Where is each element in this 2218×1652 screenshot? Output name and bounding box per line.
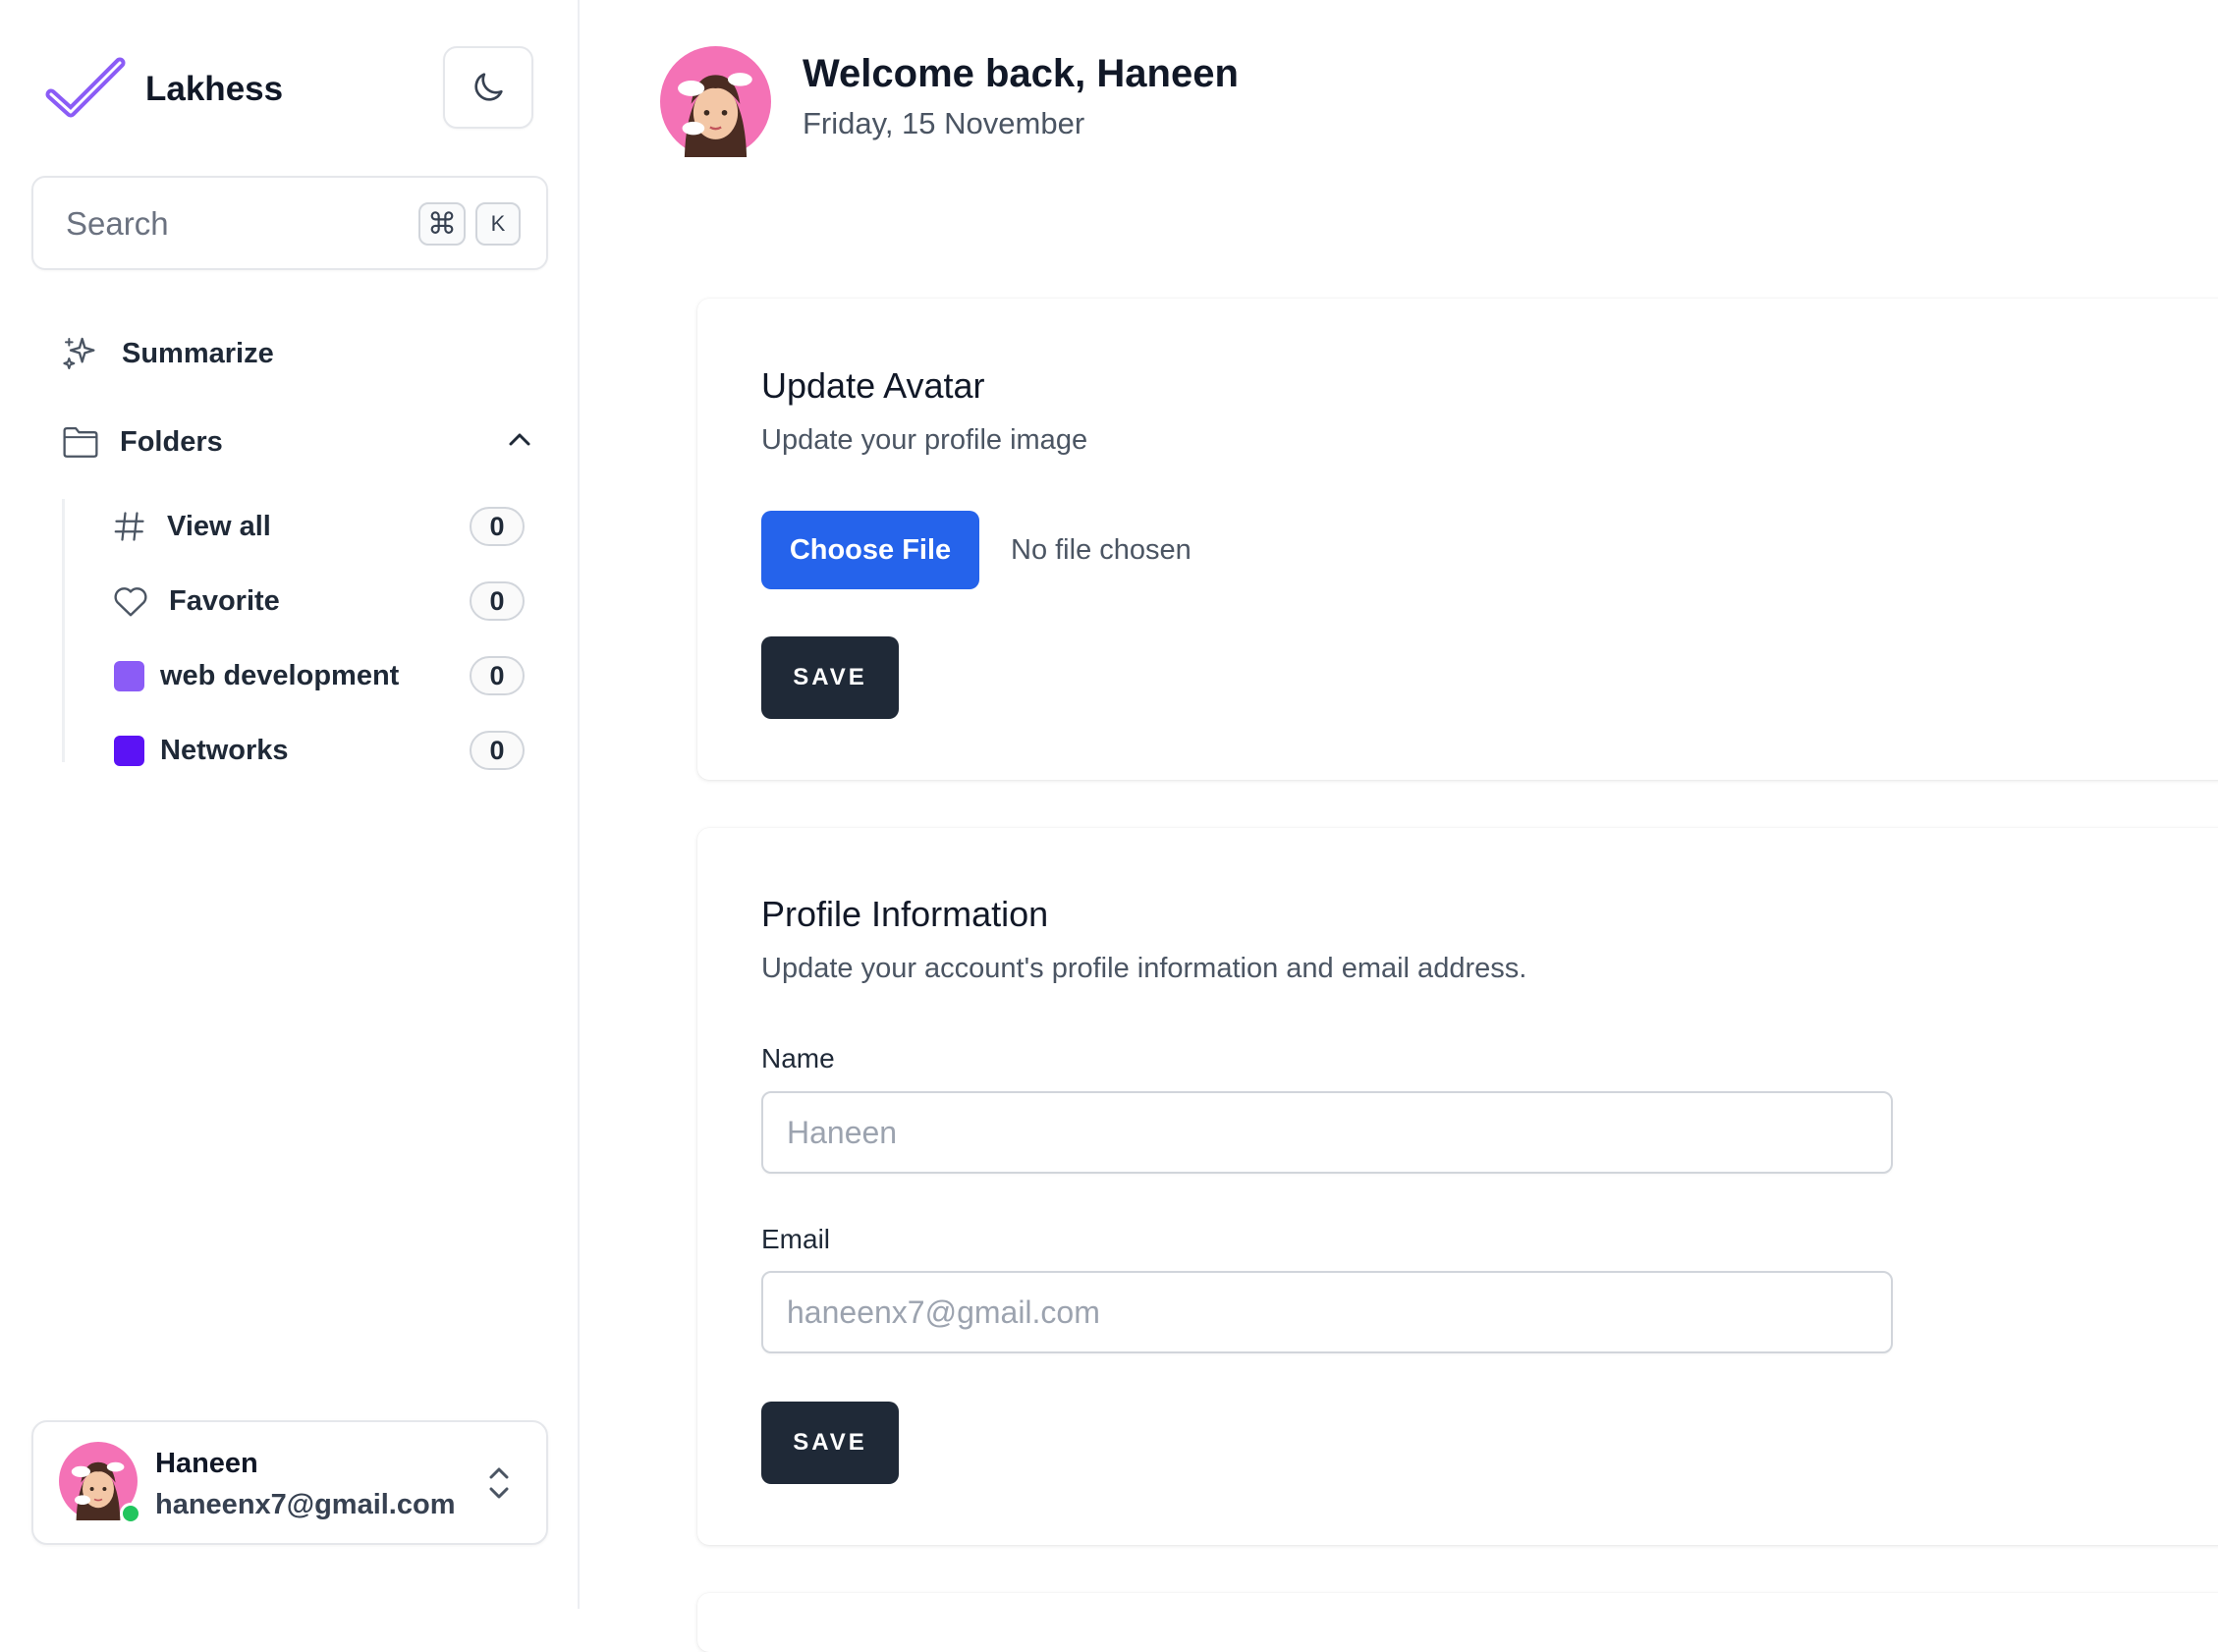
- name-field[interactable]: [761, 1091, 1893, 1174]
- folder-item-networks[interactable]: Networks 0: [112, 723, 525, 778]
- user-menu-button[interactable]: Haneen haneenx7@gmail.com: [31, 1420, 548, 1545]
- folder-color-swatch: [114, 735, 144, 766]
- online-status-dot: [120, 1503, 141, 1524]
- save-profile-button[interactable]: SAVE: [761, 1402, 899, 1484]
- folder-color-swatch: [114, 660, 144, 691]
- nav-folders-toggle[interactable]: Folders: [61, 424, 532, 460]
- folder-count-badge: 0: [470, 731, 525, 770]
- choose-file-button[interactable]: Choose File: [761, 511, 979, 589]
- app-name: Lakhess: [145, 70, 284, 108]
- update-avatar-card: Update Avatar Update your profile image …: [697, 299, 2218, 780]
- file-status-text: No file chosen: [1011, 534, 1192, 566]
- next-section-card: [697, 1593, 2218, 1652]
- welcome-heading: Welcome back, Haneen: [803, 52, 1239, 95]
- profile-avatar: [660, 46, 771, 157]
- hash-icon: [114, 512, 144, 541]
- main-content: Welcome back, Haneen Friday, 15 November…: [582, 0, 2218, 1652]
- summarize-label: Summarize: [122, 337, 274, 369]
- folder-label: Networks: [160, 734, 289, 766]
- search-input[interactable]: Search: [66, 205, 169, 243]
- logo-checkmark-icon: [45, 57, 126, 118]
- brand[interactable]: Lakhess: [45, 55, 283, 124]
- email-label: Email: [761, 1224, 831, 1254]
- sidebar: Lakhess Search ⌘ K Summarize Folders Vie…: [0, 0, 580, 1609]
- folder-label: Favorite: [169, 584, 280, 617]
- folder-count-badge: 0: [470, 656, 525, 695]
- save-avatar-button[interactable]: SAVE: [761, 636, 899, 719]
- chevron-up-down-icon: [489, 1467, 509, 1499]
- folder-list: View all 0 Favorite 0 web development 0 …: [62, 499, 527, 770]
- section-description: Update your profile image: [761, 424, 1088, 456]
- folder-icon: [63, 426, 98, 458]
- sparkles-icon: [63, 337, 95, 369]
- email-field[interactable]: [761, 1271, 1893, 1353]
- folder-label: View all: [167, 510, 271, 542]
- theme-toggle-button[interactable]: [443, 46, 533, 129]
- user-name: Haneen: [155, 1448, 258, 1479]
- profile-information-card: Profile Information Update your account'…: [697, 828, 2218, 1545]
- section-title: Update Avatar: [761, 365, 985, 406]
- chevron-up-icon[interactable]: [507, 430, 532, 450]
- folder-item-web-development[interactable]: web development 0: [112, 648, 525, 703]
- folders-label: Folders: [120, 425, 223, 458]
- search-box[interactable]: Search ⌘ K: [31, 176, 548, 270]
- heart-icon: [114, 587, 147, 617]
- folder-item-favorite[interactable]: Favorite 0: [112, 574, 525, 629]
- user-email: haneenx7@gmail.com: [155, 1489, 456, 1520]
- folder-item-view-all[interactable]: View all 0: [112, 499, 525, 554]
- shortcut-modifier-key: ⌘: [418, 202, 466, 246]
- section-description: Update your account's profile informatio…: [761, 953, 1527, 984]
- folder-label: web development: [160, 659, 400, 691]
- folder-count-badge: 0: [470, 507, 525, 546]
- shortcut-key: K: [475, 202, 521, 246]
- current-date: Friday, 15 November: [803, 106, 1085, 140]
- section-title: Profile Information: [761, 894, 1049, 934]
- moon-icon: [474, 73, 503, 101]
- folder-count-badge: 0: [470, 581, 525, 621]
- name-label: Name: [761, 1043, 835, 1074]
- nav-summarize[interactable]: Summarize: [61, 334, 274, 373]
